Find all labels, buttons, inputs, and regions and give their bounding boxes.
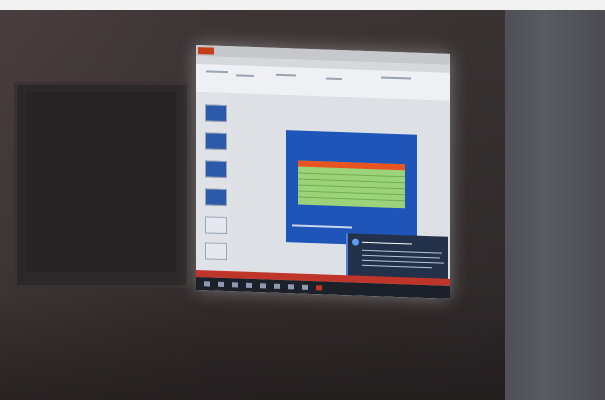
toast-title-line xyxy=(362,241,412,245)
table-row xyxy=(298,172,405,178)
slide-thumbnail[interactable] xyxy=(205,132,227,151)
taskbar-app-icon[interactable] xyxy=(316,285,322,291)
slide-thumbnail[interactable] xyxy=(205,188,227,207)
app-icon xyxy=(198,47,214,55)
slide-footnote xyxy=(292,224,352,229)
ribbon-group[interactable] xyxy=(326,77,342,81)
dark-board-surface xyxy=(26,92,176,272)
ribbon-group[interactable] xyxy=(206,70,228,74)
table-row xyxy=(298,190,405,196)
taskbar-app-icon[interactable] xyxy=(274,283,280,289)
projected-screen xyxy=(196,45,450,299)
ribbon-group[interactable] xyxy=(276,73,296,77)
table-row xyxy=(298,178,405,184)
toast-text-line xyxy=(362,249,442,254)
current-slide[interactable] xyxy=(286,130,417,247)
toast-text-line xyxy=(362,254,440,259)
table-row xyxy=(298,184,405,190)
taskbar-app-icon[interactable] xyxy=(232,282,238,288)
notification-icon xyxy=(352,238,359,246)
wall-pillar xyxy=(505,10,605,400)
table-header xyxy=(298,160,405,171)
taskbar-app-icon[interactable] xyxy=(218,281,224,287)
start-icon[interactable] xyxy=(204,281,210,287)
taskbar-app-icon[interactable] xyxy=(288,284,294,290)
slide-thumbnail-pane xyxy=(196,92,231,272)
lower-shadow xyxy=(0,290,505,400)
slide-thumbnail[interactable] xyxy=(205,242,227,261)
toast-text-line xyxy=(362,264,432,269)
slide-thumbnail[interactable] xyxy=(205,160,227,179)
taskbar-app-icon[interactable] xyxy=(302,284,308,290)
toast-text-line xyxy=(362,259,444,264)
slide-table xyxy=(298,160,405,209)
taskbar-app-icon[interactable] xyxy=(246,282,252,288)
ribbon-group[interactable] xyxy=(381,76,411,80)
ceiling-strip xyxy=(0,0,605,10)
slide-thumbnail[interactable] xyxy=(205,104,227,123)
slide-thumbnail[interactable] xyxy=(205,216,227,235)
slide-title xyxy=(290,134,413,138)
table-row xyxy=(298,196,405,202)
taskbar-app-icon[interactable] xyxy=(260,283,266,289)
ribbon-group[interactable] xyxy=(236,74,254,78)
